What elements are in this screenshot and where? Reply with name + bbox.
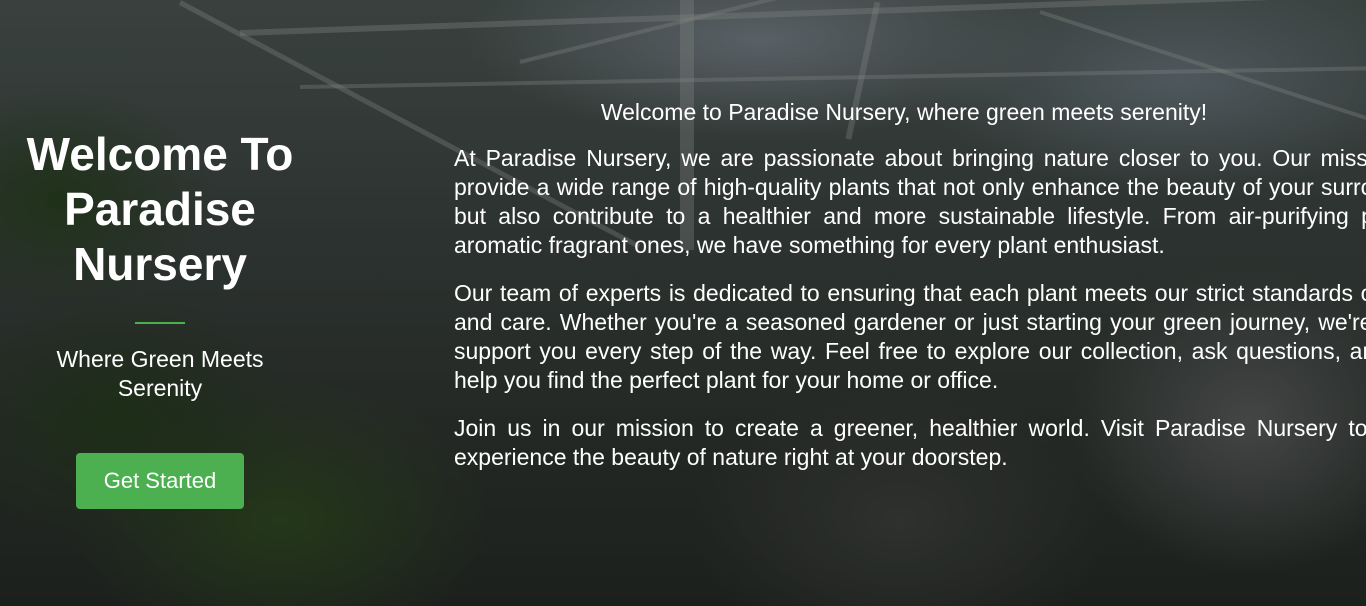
about-intro: Welcome to Paradise Nursery, where green…	[600, 99, 1208, 125]
title-divider	[135, 322, 185, 324]
hero-title: Welcome To Paradise Nursery	[26, 128, 294, 290]
about-paragraph: Join us in our mission to create a green…	[454, 415, 1366, 470]
hero-section: Welcome To Paradise Nursery Where Green …	[0, 0, 1366, 606]
about-paragraph: Our team of experts is dedicated to ensu…	[454, 280, 1366, 393]
get-started-button[interactable]: Get Started	[76, 453, 244, 509]
hero-left-column: Welcome To Paradise Nursery Where Green …	[0, 0, 320, 606]
about-section: Welcome to Paradise Nursery, where green…	[454, 98, 1366, 491]
hero-tagline: Where Green Meets Serenity	[56, 346, 264, 401]
about-paragraph: At Paradise Nursery, we are passionate a…	[454, 145, 1366, 258]
